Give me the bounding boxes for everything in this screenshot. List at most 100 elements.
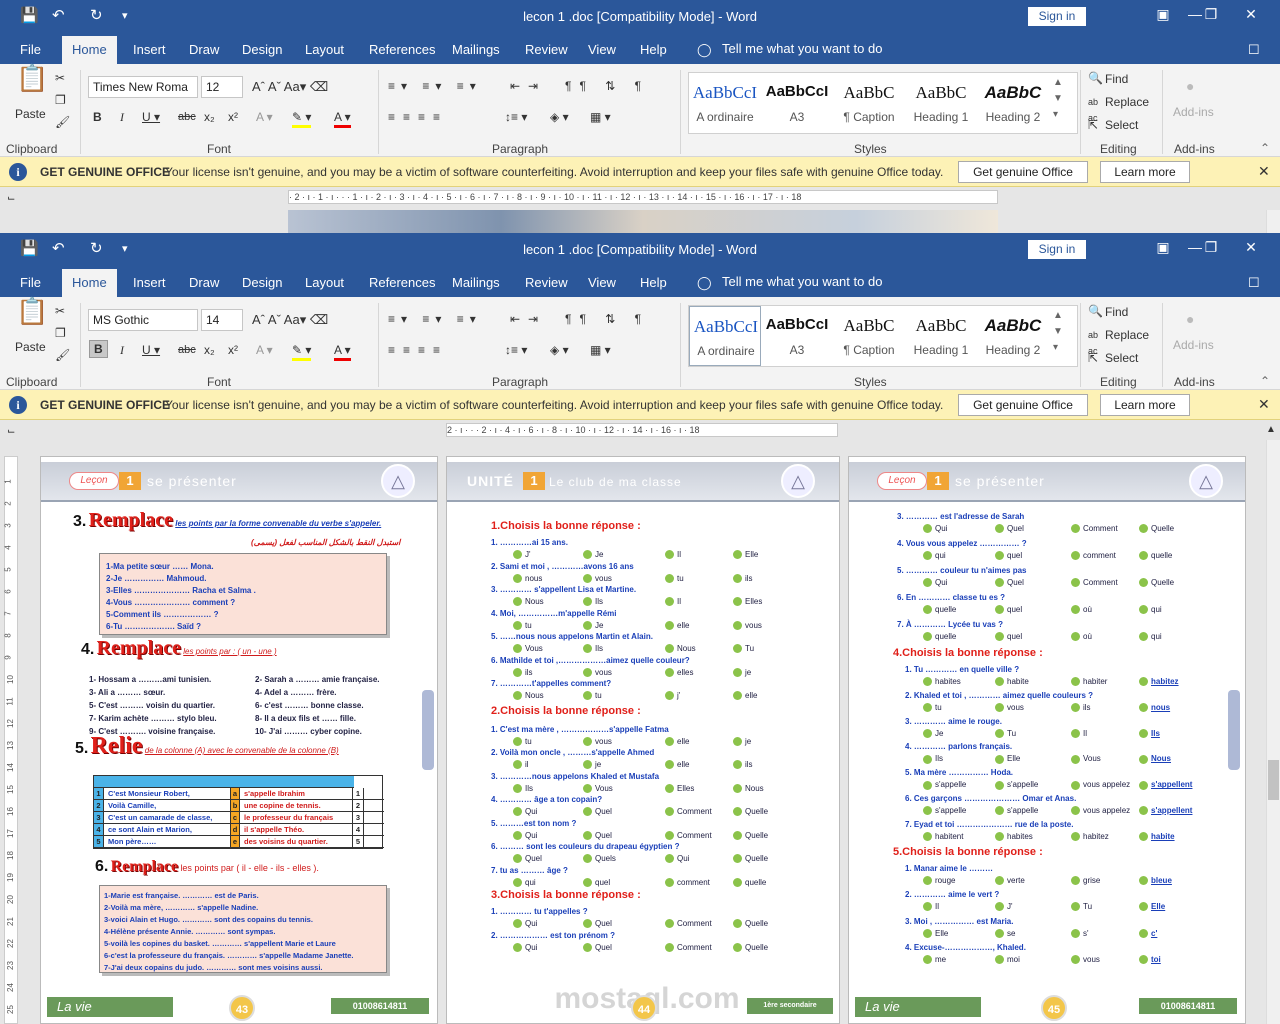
get-genuine-button[interactable]: Get genuine Office — [958, 161, 1088, 183]
answer-option[interactable]: quelle — [923, 631, 956, 642]
answer-option[interactable]: habitent — [923, 831, 963, 842]
answer-option[interactable]: quel — [995, 631, 1022, 642]
collapse-ribbon-icon[interactable]: ⌃ — [1260, 140, 1270, 156]
answer-option[interactable]: vous — [583, 736, 612, 747]
rtl-buttons[interactable]: ¶¶ ⇅ ¶ — [565, 311, 649, 327]
answer-option[interactable]: habite — [1139, 831, 1175, 842]
answer-option[interactable]: Il — [665, 549, 681, 560]
tab-selector-icon[interactable]: ⌙ — [7, 424, 15, 440]
tell-me-search[interactable]: Tell me what you want to do — [722, 41, 882, 56]
format-painter-icon[interactable]: 🖌 — [55, 114, 70, 130]
shading-icon[interactable]: ◈ ▾ — [550, 109, 569, 125]
style-caption[interactable]: AaBbC ¶ Caption — [833, 306, 905, 366]
answer-option[interactable]: Nous — [513, 690, 544, 701]
answer-option[interactable]: vous — [733, 620, 762, 631]
answer-option[interactable]: ils — [733, 573, 753, 584]
find-icon[interactable]: 🔍 — [1088, 303, 1103, 319]
answer-option[interactable]: qui — [513, 877, 536, 888]
shading-icon[interactable]: ◈ ▾ — [550, 342, 569, 358]
answer-option[interactable]: rouge — [923, 875, 955, 886]
addins-icon[interactable]: ● — [1186, 311, 1194, 327]
tab-file[interactable]: File — [20, 42, 41, 57]
tab-view[interactable]: View — [588, 275, 616, 290]
style-ordinaire[interactable]: AaBbCcI A ordinaire — [689, 306, 761, 366]
style-ordinaire[interactable]: AaBbCcI A ordinaire — [689, 73, 761, 133]
answer-option[interactable]: Quel — [583, 918, 612, 929]
page-45[interactable]: Leçon 1 se présenter △ 3. ………… est l'adr… — [848, 456, 1246, 1024]
paste-button[interactable]: Paste — [15, 339, 46, 355]
answer-option[interactable]: Tu — [733, 643, 754, 654]
horizontal-ruler[interactable]: 2 · ı · · · 2 · ı · 4 · ı · 6 · ı · 8 · … — [446, 423, 838, 437]
answer-option[interactable]: Quelle — [733, 942, 768, 953]
line-spacing-icon[interactable]: ↕≡ ▾ — [505, 109, 527, 125]
text-effects-icon[interactable]: A ▾ — [256, 342, 273, 358]
tab-references[interactable]: References — [369, 42, 435, 57]
answer-option[interactable]: habitez — [1071, 831, 1109, 842]
answer-option[interactable]: Nous — [665, 643, 696, 654]
strikethrough-button[interactable]: abc — [178, 109, 196, 125]
answer-option[interactable]: je — [733, 736, 751, 747]
page-43[interactable]: Leçon 1 se présenter △ 3. Remplace les p… — [40, 456, 438, 1024]
answer-option[interactable]: vous appelez — [1071, 805, 1130, 816]
answer-option[interactable]: vous appelez — [1071, 779, 1130, 790]
answer-option[interactable]: vous — [583, 573, 612, 584]
find-button[interactable]: Find — [1105, 71, 1128, 87]
paste-button[interactable]: Paste — [15, 106, 46, 122]
answer-option[interactable]: habitez — [1139, 676, 1179, 687]
answer-option[interactable]: Comment — [665, 830, 712, 841]
tab-review[interactable]: Review — [525, 42, 568, 57]
restore-button[interactable]: ❐ — [1196, 6, 1226, 23]
list-buttons[interactable]: ≡▾ ≡▾ ≡▾ — [388, 78, 482, 94]
answer-option[interactable]: tu — [513, 736, 532, 747]
answer-option[interactable]: Qui — [923, 523, 947, 534]
answer-option[interactable]: tu — [583, 690, 602, 701]
font-name-box[interactable]: Times New Roma — [88, 76, 198, 98]
answer-option[interactable]: Ils — [923, 753, 943, 764]
answer-option[interactable]: Tu — [995, 728, 1016, 739]
tab-insert[interactable]: Insert — [133, 42, 166, 57]
answer-option[interactable]: Elles — [733, 596, 762, 607]
answer-option[interactable]: quelle — [1139, 550, 1172, 561]
tab-layout[interactable]: Layout — [305, 275, 344, 290]
format-painter-icon[interactable]: 🖌 — [55, 347, 70, 363]
answer-option[interactable]: elle — [665, 759, 689, 770]
answer-option[interactable]: Vous — [583, 783, 613, 794]
answer-option[interactable]: Qui — [513, 942, 537, 953]
answer-option[interactable]: Quelle — [733, 830, 768, 841]
close-button[interactable]: ✕ — [1236, 239, 1266, 256]
answer-option[interactable]: c' — [1139, 928, 1157, 939]
select-icon[interactable]: ⇱ — [1088, 117, 1098, 133]
answer-option[interactable]: Qui — [513, 806, 537, 817]
addins-icon[interactable]: ● — [1186, 78, 1194, 94]
text-effects-icon[interactable]: A ▾ — [256, 109, 273, 125]
answer-option[interactable]: où — [1071, 631, 1092, 642]
answer-option[interactable]: qui — [1139, 631, 1162, 642]
answer-option[interactable]: nous — [1139, 702, 1170, 713]
select-button[interactable]: Select — [1105, 350, 1138, 366]
line-spacing-icon[interactable]: ↕≡ ▾ — [505, 342, 527, 358]
answer-option[interactable]: J' — [995, 901, 1013, 912]
find-icon[interactable]: 🔍 — [1088, 70, 1103, 86]
answer-option[interactable]: Quelle — [733, 918, 768, 929]
answer-option[interactable]: s'appelle — [923, 805, 966, 816]
italic-button[interactable]: I — [120, 342, 124, 358]
strikethrough-button[interactable]: abc — [178, 342, 196, 358]
rtl-buttons[interactable]: ¶¶ ⇅ ¶ — [565, 78, 649, 94]
answer-option[interactable]: s' — [1071, 928, 1089, 939]
answer-option[interactable]: Comment — [665, 806, 712, 817]
answer-option[interactable]: ils — [513, 667, 533, 678]
underline-button[interactable]: U ▾ — [142, 109, 160, 125]
answer-option[interactable]: Qui — [665, 853, 689, 864]
answer-option[interactable]: s'appelle — [923, 779, 966, 790]
borders-icon[interactable]: ▦ ▾ — [590, 342, 611, 358]
answer-option[interactable]: habiter — [1071, 676, 1107, 687]
answer-option[interactable]: habite — [995, 676, 1029, 687]
tab-home[interactable]: Home — [62, 36, 117, 64]
copy-icon[interactable]: ❐ — [55, 92, 66, 108]
answer-option[interactable]: tu — [513, 620, 532, 631]
answer-option[interactable]: où — [1071, 604, 1092, 615]
answer-option[interactable]: vous — [1071, 954, 1100, 965]
answer-option[interactable]: il — [513, 759, 529, 770]
answer-option[interactable]: vous — [583, 667, 612, 678]
answer-option[interactable]: Ils — [1139, 728, 1160, 739]
